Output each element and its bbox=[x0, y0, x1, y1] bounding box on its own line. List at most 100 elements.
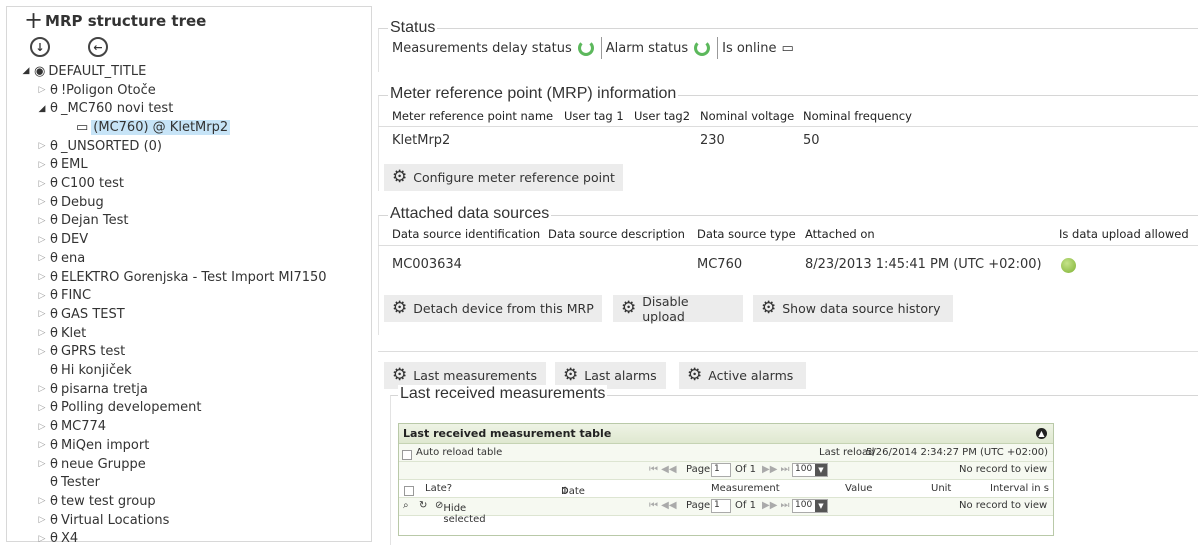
expand-arrow-icon[interactable]: ▷ bbox=[36, 160, 48, 170]
tree-item[interactable]: ▷ θ GPRS test bbox=[36, 343, 126, 361]
expand-arrow-icon[interactable]: ▷ bbox=[36, 534, 48, 544]
expand-arrow-icon[interactable]: ▷ bbox=[36, 216, 48, 226]
group-node-icon: θ bbox=[50, 344, 58, 360]
auto-reload-label: Auto reload table bbox=[416, 447, 503, 458]
status-legend: Status bbox=[388, 19, 438, 37]
configure-mrp-button[interactable]: ⚙ Configure meter reference point bbox=[384, 164, 623, 191]
group-node-icon: θ bbox=[50, 232, 58, 248]
upload-allowed-check-icon bbox=[1061, 258, 1076, 273]
expand-arrow-icon[interactable]: ▷ bbox=[36, 235, 48, 245]
expand-arrow-icon[interactable]: ▷ bbox=[36, 403, 48, 413]
expand-arrow-icon[interactable]: ▷ bbox=[36, 272, 48, 282]
tree-item[interactable]: ▷ θ C100 test bbox=[36, 175, 124, 193]
show-history-button[interactable]: ⚙ Show data source history bbox=[753, 295, 953, 322]
page-size-select[interactable]: 100 bbox=[792, 499, 828, 513]
tree-item[interactable]: ▷ θ Debug bbox=[36, 193, 104, 211]
tree-item-label: MiQen import bbox=[60, 437, 150, 453]
tree-item-label: (MC760) @ KletMrp2 bbox=[91, 119, 231, 135]
tree-item[interactable]: ▷ θ Polling developement bbox=[36, 399, 202, 417]
expand-arrow-icon[interactable]: ▷ bbox=[36, 515, 48, 525]
tree-root[interactable]: ◢ ◉ DEFAULT_TITLE bbox=[20, 62, 147, 80]
active-alarms-button[interactable]: ⚙ Active alarms bbox=[679, 362, 806, 389]
back-button[interactable]: ← bbox=[88, 37, 108, 57]
expand-arrow-icon[interactable]: ▷ bbox=[36, 347, 48, 357]
tree-item[interactable]: ▷ θ GAS TEST bbox=[36, 305, 125, 323]
tree-item[interactable]: ▷ θ pisarna tretja bbox=[36, 380, 148, 398]
pager-first-prev-icon[interactable]: ⏮ ◀◀ bbox=[649, 464, 677, 475]
tree-item[interactable]: ▷ θ DEV bbox=[36, 231, 89, 249]
pager-next-last-icon[interactable]: ▶▶ ⏭ bbox=[762, 464, 790, 475]
tree-item-label: _MC760 novi test bbox=[60, 101, 174, 117]
collapse-icon[interactable]: ▲ bbox=[1036, 428, 1047, 439]
measurement-table: Last received measurement table ▲ Auto r… bbox=[398, 423, 1054, 536]
expand-all-button[interactable]: ↓ bbox=[30, 37, 50, 57]
ds-header-upload-allowed: Is data upload allowed bbox=[1059, 227, 1189, 241]
tree-title: ⼗ MRP structure tree bbox=[22, 10, 211, 31]
no-record-label: No record to view bbox=[959, 464, 1048, 475]
delay-status-icon bbox=[577, 40, 594, 56]
tree-item[interactable]: ▷ θ ena bbox=[36, 249, 86, 267]
pager-first-prev-icon[interactable]: ⏮ ◀◀ bbox=[649, 500, 677, 511]
tree-item[interactable]: ▷ θ ELEKTRO Gorenjska - Test Import MI7150 bbox=[36, 268, 327, 286]
disable-upload-button[interactable]: ⚙ Disable upload bbox=[613, 294, 743, 324]
expand-arrow-icon[interactable]: ▷ bbox=[36, 496, 48, 506]
page-input[interactable]: 1 bbox=[711, 463, 731, 477]
expand-arrow-icon[interactable]: ▷ bbox=[36, 179, 48, 189]
tree-item[interactable]: ▷ θ !Poligon Otoče bbox=[36, 81, 156, 99]
tree-item[interactable]: ▭ (MC760) @ KletMrp2 bbox=[62, 118, 231, 136]
search-icon[interactable]: ⌕ bbox=[403, 500, 409, 511]
page-input[interactable]: 1 bbox=[711, 499, 731, 513]
tree-item[interactable]: θ Hi konjiček bbox=[36, 362, 132, 380]
pager-next-last-icon[interactable]: ▶▶ ⏭ bbox=[762, 500, 790, 511]
expand-arrow-icon[interactable]: ▷ bbox=[36, 141, 48, 151]
detach-device-button[interactable]: ⚙ Detach device from this MRP bbox=[384, 295, 602, 322]
tree-item[interactable]: ▷ θ Klet bbox=[36, 324, 87, 342]
tree-item[interactable]: ▷ θ EML bbox=[36, 156, 88, 174]
tree-item[interactable]: ▷ θ MC774 bbox=[36, 418, 107, 436]
group-node-icon: θ bbox=[50, 157, 58, 173]
tree-item-label: _UNSORTED (0) bbox=[60, 138, 162, 154]
tree-item[interactable]: ▷ θ Dejan Test bbox=[36, 212, 129, 230]
expand-arrow-icon[interactable]: ▷ bbox=[36, 384, 48, 394]
page-size-select[interactable]: 100 bbox=[792, 463, 828, 477]
expand-arrow-icon[interactable]: ▷ bbox=[36, 197, 48, 207]
tree-item-label: GPRS test bbox=[60, 344, 126, 360]
expand-arrow-icon[interactable]: ▷ bbox=[36, 422, 48, 432]
mrp-header-name: Meter reference point name bbox=[392, 109, 554, 123]
tree-item[interactable]: ▷ θ MiQen import bbox=[36, 436, 150, 454]
expand-arrow-icon[interactable]: ▷ bbox=[36, 328, 48, 338]
collapse-arrow-icon[interactable]: ◢ bbox=[20, 66, 32, 76]
tree-item[interactable]: ▷ θ X4 bbox=[36, 530, 79, 548]
tree-item[interactable]: θ Tester bbox=[36, 474, 100, 492]
col-interval[interactable]: Interval in s bbox=[990, 483, 1049, 494]
expand-arrow-icon[interactable]: ▷ bbox=[36, 291, 48, 301]
hide-selected-button[interactable]: ⊘ Hide selected bbox=[435, 500, 486, 525]
page-label: Page bbox=[686, 500, 711, 511]
tree-item-label: X4 bbox=[60, 531, 79, 547]
collapse-arrow-icon[interactable]: ◢ bbox=[36, 104, 48, 114]
tree-item[interactable]: ▷ θ _UNSORTED (0) bbox=[36, 137, 162, 155]
no-record-label: No record to view bbox=[959, 500, 1048, 511]
expand-arrow-icon[interactable]: ▷ bbox=[36, 85, 48, 95]
group-node-icon: θ bbox=[50, 493, 58, 509]
group-node-icon: θ bbox=[50, 456, 58, 472]
online-chart-icon: ▭ bbox=[781, 40, 794, 56]
online-label: Is online bbox=[722, 40, 777, 56]
tree-item[interactable]: ▷ θ Virtual Locations bbox=[36, 511, 170, 529]
tree-item[interactable]: ◢ θ _MC760 novi test bbox=[36, 100, 174, 118]
tree-item[interactable]: ▷ θ neue Gruppe bbox=[36, 455, 146, 473]
mrp-info-legend: Meter reference point (MRP) information bbox=[388, 85, 679, 103]
tree-item[interactable]: ▷ θ FINC bbox=[36, 287, 92, 305]
expand-arrow-icon[interactable]: ▷ bbox=[36, 253, 48, 263]
col-late[interactable]: Late? bbox=[425, 483, 452, 494]
expand-arrow-icon[interactable]: ▷ bbox=[36, 309, 48, 319]
expand-arrow-icon[interactable]: ▷ bbox=[36, 440, 48, 450]
col-unit[interactable]: Unit bbox=[931, 483, 951, 494]
group-node-icon: θ bbox=[50, 475, 58, 491]
expand-arrow-icon[interactable]: ▷ bbox=[36, 459, 48, 469]
col-value[interactable]: Value bbox=[845, 483, 872, 494]
col-measurement[interactable]: Measurement bbox=[711, 483, 780, 494]
tree-item[interactable]: ▷ θ tew test group bbox=[36, 492, 156, 510]
refresh-icon[interactable]: ↻ bbox=[419, 500, 427, 511]
sort-icon: ⇕ bbox=[561, 486, 570, 497]
